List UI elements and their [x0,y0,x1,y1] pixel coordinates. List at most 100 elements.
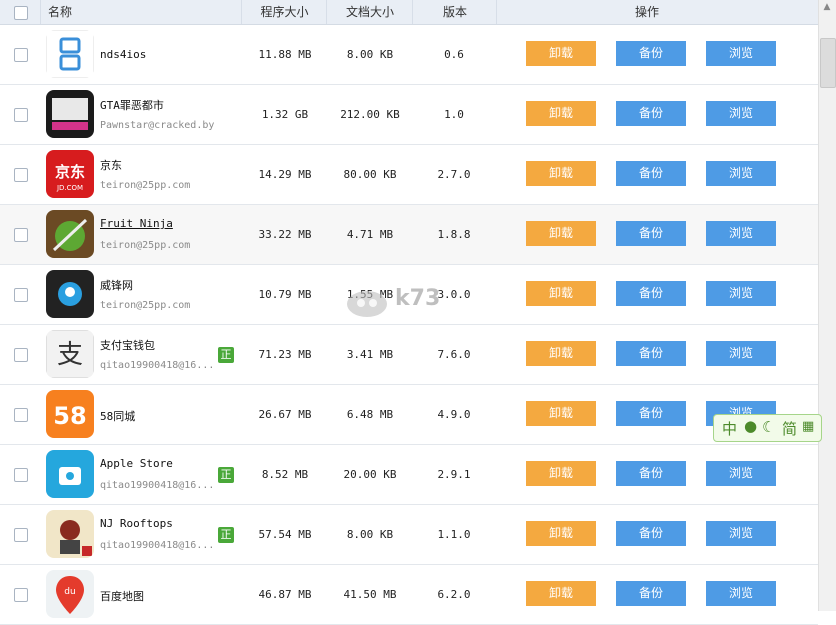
row-checkbox[interactable] [14,108,28,122]
browse-button[interactable]: 浏览 [706,521,776,546]
row-checkbox[interactable] [14,228,28,242]
app-name: Apple Store [100,457,173,470]
backup-button[interactable]: 备份 [616,461,686,486]
row-checkbox[interactable] [14,408,28,422]
doc-size: 212.00 KB [340,108,400,121]
browse-button[interactable]: 浏览 [706,461,776,486]
table-row[interactable]: Apple Store qitao19900418@16... 正 8.52 MB 20… [0,445,818,505]
uninstall-button[interactable]: 卸载 [526,161,596,186]
table-row[interactable]: Fruit Ninja teiron@25pp.com 33.22 MB 4.71 M… [0,205,818,265]
table-header: 名称 程序大小 文档大小 版本 操作 [0,0,818,25]
app-size: 46.87 MB [258,588,312,601]
alipay-icon: 支 [46,330,94,378]
browse-button[interactable]: 浏览 [706,161,776,186]
uninstall-button[interactable]: 卸载 [526,521,596,546]
app-version: 0.6 [444,48,464,61]
backup-button[interactable]: 备份 [616,221,686,246]
gta-icon [46,90,94,138]
app-publisher: qitao19900418@16... [100,360,215,371]
browse-button[interactable]: 浏览 [706,41,776,66]
row-checkbox[interactable] [14,588,28,602]
app-version: 2.9.1 [437,468,471,481]
doc-size: 41.50 MB [343,588,397,601]
svg-text:支: 支 [57,340,83,370]
backup-button[interactable]: 备份 [616,161,686,186]
row-checkbox[interactable] [14,288,28,302]
browse-button[interactable]: 浏览 [706,581,776,606]
backup-button[interactable]: 备份 [616,401,686,426]
scrollbar[interactable] [818,0,836,611]
scrollbar-thumb[interactable] [820,38,836,88]
table-row[interactable]: nds4ios 11.88 MB 8.00 KB 0.6 卸载 备份 浏览 [0,25,818,85]
table-row[interactable]: NJ Rooftops qitao19900418@16... 正 57.54 MB 8… [0,505,818,565]
app-publisher: qitao19900418@16... [100,540,215,551]
app-size: 8.52 MB [261,468,309,481]
app-version: 4.9.0 [437,408,471,421]
row-checkbox[interactable] [14,48,28,62]
app-list: nds4ios 11.88 MB 8.00 KB 0.6 卸载 备份 浏览 GTA罪恶都市 Pa… [0,25,818,625]
uninstall-button[interactable]: 卸载 [526,281,596,306]
genuine-badge: 正 [218,467,234,483]
uninstall-button[interactable]: 卸载 [526,41,596,66]
app-version: 1.0 [444,108,464,121]
row-checkbox[interactable] [14,168,28,182]
svg-text:du: du [64,587,75,597]
uninstall-button[interactable]: 卸载 [526,101,596,126]
app-name: 支付宝钱包 [100,339,155,352]
uninstall-button[interactable]: 卸载 [526,221,596,246]
doc-size: 8.00 KB [346,528,394,541]
app-size: 10.79 MB [258,288,312,301]
row-checkbox[interactable] [14,348,28,362]
col-name-header[interactable]: 名称 [40,0,248,24]
backup-button[interactable]: 备份 [616,341,686,366]
backup-button[interactable]: 备份 [616,41,686,66]
col-doc-header[interactable]: 文档大小 [326,0,413,24]
app-name: NJ Rooftops [100,517,173,530]
uninstall-button[interactable]: 卸载 [526,581,596,606]
table-row[interactable]: 支 支付宝钱包 qitao19900418@16... 正 71.23 MB 3.41 M… [0,325,818,385]
table-row[interactable]: GTA罪恶都市 Pawnstar@cracked.by 1.32 GB 212.00 … [0,85,818,145]
svg-text:JD.COM: JD.COM [56,184,83,192]
app-version: 1.1.0 [437,528,471,541]
ime-moon-icon: ☾ [762,418,776,436]
browse-button[interactable]: 浏览 [706,101,776,126]
app-size: 14.29 MB [258,168,312,181]
app-name: nds4ios [100,48,147,61]
backup-button[interactable]: 备份 [616,281,686,306]
browse-button[interactable]: 浏览 [706,341,776,366]
col-size-header[interactable]: 程序大小 [241,0,327,24]
table-row[interactable]: 58 58同城 26.67 MB 6.48 MB 4.9.0 卸载 备份 浏览 [0,385,818,445]
app-publisher: teiron@25pp.com [100,180,191,191]
app-size: 57.54 MB [258,528,312,541]
nds4ios-icon [46,30,94,78]
keyboard-icon[interactable]: ▦ [802,419,814,434]
app-publisher: qitao19900418@16... [100,480,215,491]
row-checkbox[interactable] [14,468,28,482]
doc-size: 4.71 MB [346,228,394,241]
backup-button[interactable]: 备份 [616,581,686,606]
select-all-checkbox[interactable] [14,6,28,20]
ime-mode[interactable]: 中 [722,418,737,439]
uninstall-button[interactable]: 卸载 [526,461,596,486]
scroll-up-icon[interactable]: ▲ [821,2,833,12]
svg-text:58: 58 [53,402,86,430]
doc-size: 3.41 MB [346,348,394,361]
uninstall-button[interactable]: 卸载 [526,341,596,366]
browse-button[interactable]: 浏览 [706,281,776,306]
uninstall-button[interactable]: 卸载 [526,401,596,426]
backup-button[interactable]: 备份 [616,101,686,126]
ime-width[interactable]: 简 [782,418,797,439]
ime-dot-icon: ● [744,417,758,435]
col-version-header[interactable]: 版本 [412,0,497,24]
nj-rooftops-icon [46,510,94,558]
app-name: 百度地图 [100,590,144,603]
table-row[interactable]: 京东 JD.COM 京东 teiron@25pp.com 14.29 MB 80.00 K… [0,145,818,205]
table-row[interactable]: du 百度地图 46.87 MB 41.50 MB 6.2.0 卸载 备份 浏览 [0,565,818,625]
ime-toolbar[interactable]: 中 ● ☾ 简 ▦ [713,414,822,442]
backup-button[interactable]: 备份 [616,521,686,546]
svg-text:京东: 京东 [55,163,85,181]
doc-size: 8.00 KB [346,48,394,61]
row-checkbox[interactable] [14,528,28,542]
58-icon: 58 [46,390,94,438]
browse-button[interactable]: 浏览 [706,221,776,246]
